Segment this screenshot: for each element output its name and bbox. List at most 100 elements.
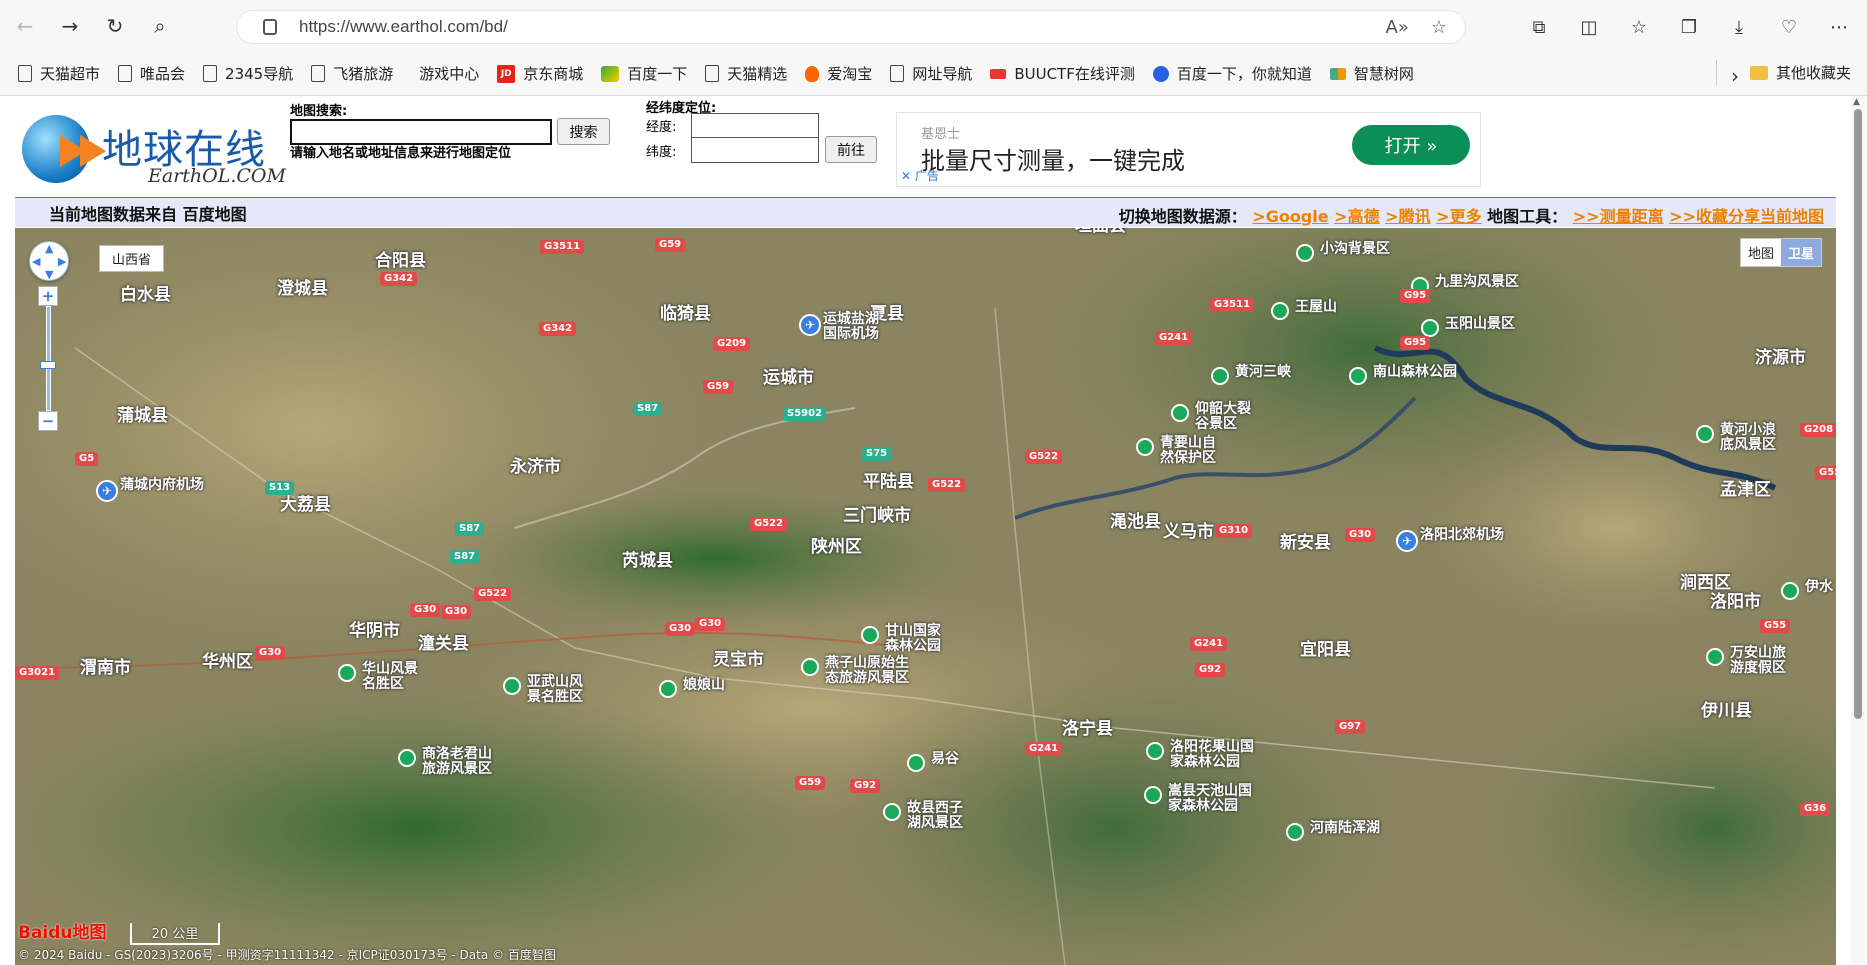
scenic-spot-icon[interactable]	[1146, 742, 1164, 760]
place-label[interactable]: 垣曲县	[1075, 228, 1126, 236]
back-icon[interactable]: ←	[5, 6, 45, 46]
bookmark-item[interactable]: 天猫精选	[705, 63, 787, 84]
poi-label[interactable]: 亚武山风 景名胜区	[527, 674, 583, 706]
bookmark-item[interactable]: 2345导航	[203, 63, 293, 84]
poi-label[interactable]: 华山风景 名胜区	[362, 661, 418, 693]
pan-up-icon[interactable]: ▲	[45, 242, 53, 255]
share-map-link[interactable]: >>收藏分享当前地图	[1669, 207, 1824, 226]
source-google-link[interactable]: >Google	[1252, 207, 1328, 226]
scenic-spot-icon[interactable]	[1781, 582, 1799, 600]
bookmark-item[interactable]: 游戏中心	[411, 63, 479, 84]
place-label[interactable]: 孟津区	[1720, 481, 1771, 500]
scenic-spot-icon[interactable]	[1136, 438, 1154, 456]
forward-icon[interactable]: →	[50, 6, 90, 46]
place-label[interactable]: 潼关县	[418, 635, 469, 654]
zoom-slider[interactable]	[46, 306, 51, 411]
bookmark-item[interactable]: BUUCTF在线评测	[990, 63, 1135, 84]
scrollbar-thumb[interactable]	[1854, 109, 1862, 719]
place-label[interactable]: 华阴市	[349, 622, 400, 641]
poi-label[interactable]: 小沟背景区	[1320, 241, 1390, 257]
place-label[interactable]: 大荔县	[280, 496, 331, 515]
go-button[interactable]: 前往	[825, 136, 877, 163]
site-logo[interactable]: 地球在线 EarthOL.COM	[22, 115, 286, 187]
place-label[interactable]: 三门峡市	[843, 507, 911, 526]
satellite-map[interactable]: ▲ ▼ ◀ ▶ + − 山西省 地图 卫星 合阳县 澄城县 白水县 临猗县 夏县 运城市蒲…	[15, 228, 1836, 965]
poi-label[interactable]: 嵩县天池山国 家森林公园	[1168, 783, 1252, 815]
bookmark-item[interactable]: 爱淘宝	[805, 63, 872, 84]
poi-label[interactable]: 甘山国家 森林公园	[885, 623, 941, 655]
place-label[interactable]: 伊川县	[1701, 702, 1752, 721]
place-label[interactable]: 华州区	[202, 653, 253, 672]
scenic-spot-icon[interactable]	[338, 664, 356, 682]
bookmark-item[interactable]: 百度一下	[601, 63, 687, 84]
place-label[interactable]: 白水县	[120, 286, 171, 305]
place-label[interactable]: 合阳县	[375, 252, 426, 271]
bookmark-item[interactable]: 百度一下，你就知道	[1152, 63, 1312, 84]
collections-icon[interactable]: ❐	[1671, 10, 1707, 44]
airport-icon[interactable]: ✈	[1396, 530, 1418, 552]
zoom-in-button[interactable]: +	[38, 286, 58, 306]
bookmark-item[interactable]: 天猫超市	[18, 63, 100, 84]
place-label[interactable]: 灵宝市	[713, 651, 764, 670]
place-label[interactable]: 永济市	[510, 458, 561, 477]
place-label[interactable]: 渑池县	[1110, 513, 1161, 532]
bookmark-item[interactable]: 飞猪旅游	[311, 63, 393, 84]
measure-distance-link[interactable]: >>测量距离	[1573, 207, 1664, 226]
scenic-spot-icon[interactable]	[801, 658, 819, 676]
bookmark-item[interactable]: JD 京东商城	[497, 63, 583, 84]
source-tencent-link[interactable]: >腾讯	[1385, 207, 1430, 226]
map-type-satellite[interactable]: 卫星	[1780, 239, 1821, 266]
poi-label[interactable]: 故县西子 湖风景区	[907, 800, 963, 832]
extensions-icon[interactable]: ⧉	[1521, 10, 1557, 44]
scenic-spot-icon[interactable]	[659, 680, 677, 698]
place-label[interactable]: 义马市	[1163, 523, 1214, 542]
downloads-icon[interactable]: ⤓	[1721, 10, 1757, 44]
lat-input[interactable]	[691, 137, 819, 163]
search-button[interactable]: 搜索	[557, 118, 610, 145]
split-screen-icon[interactable]: ◫	[1571, 10, 1607, 44]
search-icon[interactable]: ⌕	[140, 6, 180, 46]
lng-input[interactable]	[691, 113, 819, 139]
ad-banner[interactable]: 基恩士 批量尺寸测量，一键完成 打开 » ✕ 广告	[896, 112, 1481, 187]
performance-icon[interactable]: ♡	[1771, 10, 1807, 44]
source-more-link[interactable]: >更多	[1436, 207, 1481, 226]
poi-label[interactable]: 青要山自 然保护区	[1160, 435, 1216, 467]
poi-label[interactable]: 仰韶大裂 谷景区	[1195, 401, 1251, 433]
bookmark-item[interactable]: 网址导航	[890, 63, 972, 84]
refresh-icon[interactable]: ↻	[95, 6, 135, 46]
favorites-icon[interactable]: ☆	[1621, 10, 1657, 44]
poi-label[interactable]: 运城盐湖 国际机场	[823, 311, 879, 343]
place-label[interactable]: 新安县	[1280, 534, 1331, 553]
scenic-spot-icon[interactable]	[1421, 319, 1439, 337]
scenic-spot-icon[interactable]	[1706, 648, 1724, 666]
other-bookmarks[interactable]: 其他收藏夹	[1749, 62, 1851, 83]
scenic-spot-icon[interactable]	[861, 626, 879, 644]
scenic-spot-icon[interactable]	[1211, 367, 1229, 385]
province-label[interactable]: 山西省	[99, 245, 165, 272]
poi-label[interactable]: 洛阳北郊机场	[1420, 527, 1504, 543]
map-type-map[interactable]: 地图	[1741, 239, 1781, 266]
menu-icon[interactable]: ⋯	[1821, 10, 1857, 44]
bookmark-item[interactable]: 唯品会	[118, 63, 185, 84]
source-gaode-link[interactable]: >高德	[1334, 207, 1379, 226]
zoom-out-button[interactable]: −	[38, 411, 58, 431]
poi-label[interactable]: 黄河小浪 底风景区	[1720, 422, 1776, 454]
address-bar[interactable]: https://www.earthol.com/bd/ A» ☆	[236, 10, 1466, 44]
place-label[interactable]: 蒲城县	[117, 407, 168, 426]
bookmark-item[interactable]: 智慧树网	[1329, 63, 1414, 84]
favorite-star-icon[interactable]: ☆	[1431, 17, 1447, 38]
pan-right-icon[interactable]: ▶	[58, 255, 66, 268]
place-label[interactable]: 临猗县	[660, 305, 711, 324]
poi-label[interactable]: 娘娘山	[683, 677, 725, 693]
pan-down-icon[interactable]: ▼	[45, 268, 53, 281]
place-label[interactable]: 运城市	[763, 369, 814, 388]
place-label[interactable]: 平陆县	[863, 473, 914, 492]
scenic-spot-icon[interactable]	[1171, 404, 1189, 422]
scenic-spot-icon[interactable]	[907, 754, 925, 772]
place-label[interactable]: 渭南市	[80, 659, 131, 678]
scenic-spot-icon[interactable]	[503, 677, 521, 695]
pan-left-icon[interactable]: ◀	[32, 255, 40, 268]
place-label[interactable]: 陕州区	[811, 538, 862, 557]
scroll-up-icon[interactable]: ▲	[1853, 97, 1860, 107]
scenic-spot-icon[interactable]	[1296, 244, 1314, 262]
